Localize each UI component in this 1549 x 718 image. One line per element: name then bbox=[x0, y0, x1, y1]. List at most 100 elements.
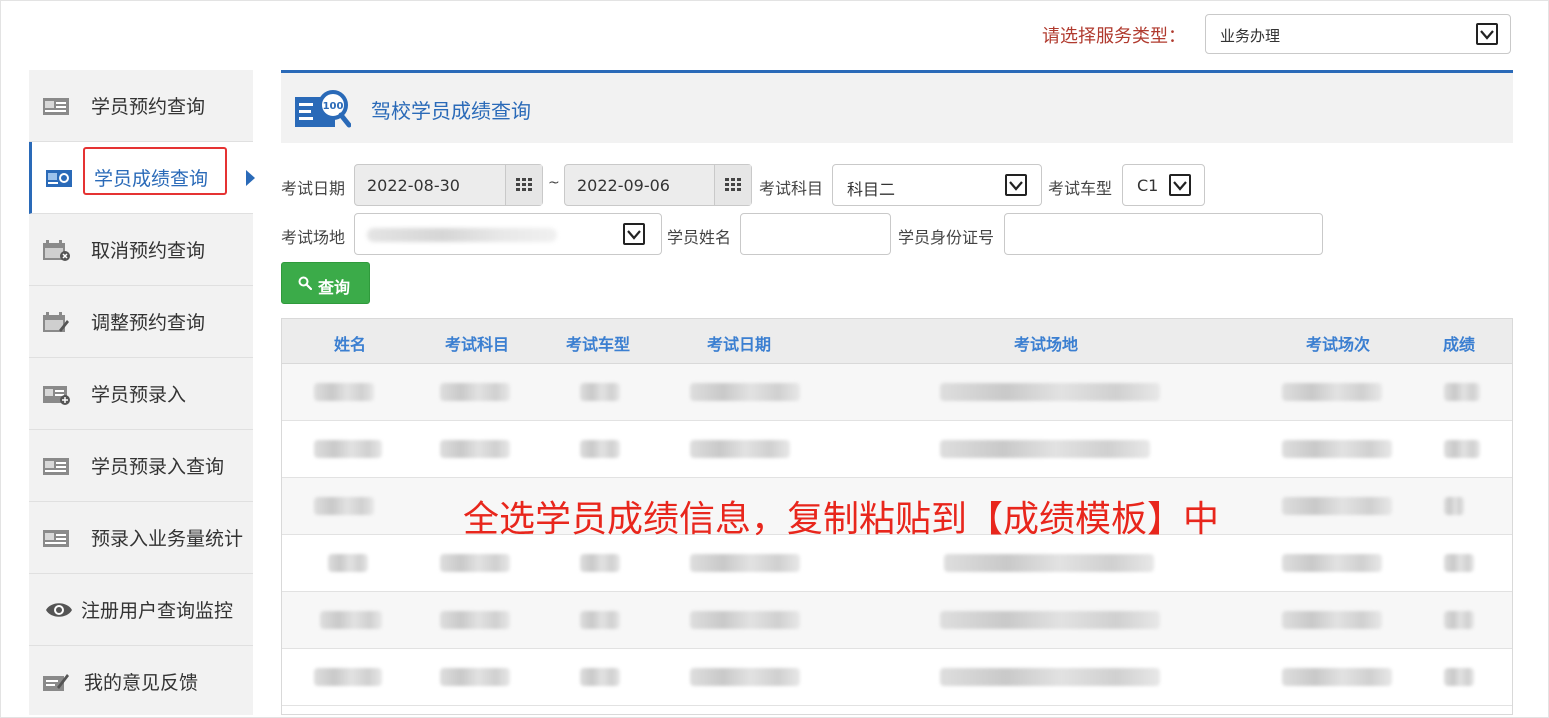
date-to-input[interactable]: 2022-09-06 bbox=[564, 164, 752, 206]
redacted-cell bbox=[940, 668, 1160, 686]
table-row[interactable] bbox=[282, 649, 1512, 706]
vehicle-type-label: 考试车型 bbox=[1048, 179, 1113, 198]
column-header-name[interactable]: 姓名 bbox=[334, 331, 366, 355]
query-button-label: 查询 bbox=[318, 278, 351, 297]
instruction-annotation: 全选学员成绩信息，复制粘贴到【成绩模板】中 bbox=[463, 499, 1220, 540]
table-row[interactable] bbox=[282, 364, 1512, 421]
redacted-cell bbox=[580, 554, 620, 572]
sidebar-item-label: 学员预录入查询 bbox=[91, 456, 225, 478]
redacted-cell bbox=[940, 611, 1160, 629]
column-header-subject[interactable]: 考试科目 bbox=[445, 331, 509, 355]
redacted-cell bbox=[940, 383, 1160, 401]
table-row[interactable] bbox=[282, 535, 1512, 592]
calendar-edit-icon bbox=[43, 312, 69, 332]
panel-header: 100 驾校学员成绩查询 bbox=[281, 70, 1513, 143]
active-indicator-arrow bbox=[246, 170, 255, 186]
redacted-cell bbox=[1444, 440, 1480, 458]
sidebar-item-label: 学员预录入 bbox=[91, 384, 187, 406]
redacted-cell bbox=[1444, 497, 1464, 515]
exam-subject-value: 科目二 bbox=[847, 180, 896, 199]
redacted-cell bbox=[580, 668, 620, 686]
redacted-cell bbox=[1282, 554, 1382, 572]
table-row[interactable] bbox=[282, 421, 1512, 478]
redacted-cell bbox=[690, 554, 800, 572]
student-name-label: 学员姓名 bbox=[667, 228, 732, 247]
column-header-date[interactable]: 考试日期 bbox=[707, 331, 771, 355]
sidebar-item-registered-user-monitor[interactable]: 注册用户查询监控 bbox=[29, 574, 253, 646]
redacted-cell bbox=[314, 383, 374, 401]
date-to-value: 2022-09-06 bbox=[577, 176, 670, 195]
redacted-cell bbox=[1444, 383, 1480, 401]
redacted-cell bbox=[580, 383, 620, 401]
sidebar-item-label: 调整预约查询 bbox=[91, 312, 206, 334]
exam-subject-label: 考试科目 bbox=[759, 179, 824, 198]
student-id-input[interactable] bbox=[1004, 213, 1323, 255]
score-query-icon: 100 bbox=[295, 90, 351, 128]
redacted-cell bbox=[314, 668, 382, 686]
id-card-add-icon bbox=[43, 386, 70, 405]
redacted-cell bbox=[690, 611, 800, 629]
calendar-icon[interactable] bbox=[505, 165, 542, 205]
sidebar-item-my-feedback[interactable]: 我的意见反馈 bbox=[29, 646, 253, 715]
redacted-cell bbox=[944, 554, 1154, 572]
redacted-cell bbox=[314, 440, 382, 458]
column-header-session[interactable]: 考试场次 bbox=[1306, 331, 1370, 355]
redacted-cell bbox=[940, 440, 1150, 458]
redacted-cell bbox=[1282, 440, 1392, 458]
venue-value-redacted bbox=[367, 228, 557, 242]
sidebar-item-label: 预录入业务量统计 bbox=[91, 528, 244, 550]
id-card-icon bbox=[43, 530, 69, 547]
sidebar-item-student-pre-entry-query[interactable]: 学员预录入查询 bbox=[29, 430, 253, 502]
sidebar-item-label: 我的意见反馈 bbox=[84, 672, 199, 694]
redacted-cell bbox=[1282, 497, 1392, 515]
redacted-cell bbox=[440, 554, 510, 572]
column-header-vehicle[interactable]: 考试车型 bbox=[566, 331, 630, 355]
column-header-score[interactable]: 成绩 bbox=[1443, 331, 1475, 355]
redacted-cell bbox=[440, 668, 510, 686]
date-from-input[interactable]: 2022-08-30 bbox=[354, 164, 543, 206]
vehicle-type-value: C1 bbox=[1137, 176, 1159, 195]
id-card-icon bbox=[43, 98, 69, 115]
service-type-select[interactable]: 业务办理 bbox=[1205, 14, 1511, 54]
redacted-cell bbox=[690, 383, 800, 401]
sidebar-item-adjust-appointment-query[interactable]: 调整预约查询 bbox=[29, 286, 253, 358]
sidebar-item-label: 注册用户查询监控 bbox=[81, 600, 234, 622]
chevron-down-icon bbox=[1476, 23, 1498, 45]
redacted-cell bbox=[1444, 611, 1474, 629]
service-type-label: 请选择服务类型： bbox=[1042, 26, 1186, 47]
table-header: 姓名 考试科目 考试车型 考试日期 考试场地 考试场次 成绩 bbox=[282, 319, 1512, 364]
redacted-cell bbox=[580, 440, 620, 458]
student-id-label: 学员身份证号 bbox=[898, 228, 995, 247]
redacted-cell bbox=[1282, 383, 1382, 401]
sidebar-item-student-pre-entry[interactable]: 学员预录入 bbox=[29, 358, 253, 430]
redacted-cell bbox=[440, 611, 510, 629]
redacted-cell bbox=[690, 668, 800, 686]
redacted-cell bbox=[440, 440, 510, 458]
exam-date-label: 考试日期 bbox=[281, 179, 346, 198]
redacted-cell bbox=[320, 611, 382, 629]
redacted-cell bbox=[328, 554, 368, 572]
table-row[interactable] bbox=[282, 592, 1512, 649]
redacted-cell bbox=[1282, 611, 1382, 629]
exam-venue-select[interactable] bbox=[354, 213, 662, 255]
exam-venue-label: 考试场地 bbox=[281, 228, 346, 247]
vehicle-type-select[interactable]: C1 bbox=[1122, 164, 1205, 206]
feedback-icon bbox=[43, 674, 69, 691]
redacted-cell bbox=[690, 440, 790, 458]
highlight-box bbox=[83, 147, 227, 195]
page-title: 驾校学员成绩查询 bbox=[371, 99, 531, 123]
sidebar-item-cancel-appointment-query[interactable]: 取消预约查询 bbox=[29, 214, 253, 286]
column-header-venue[interactable]: 考试场地 bbox=[1014, 331, 1078, 355]
sidebar-item-pre-entry-statistics[interactable]: 预录入业务量统计 bbox=[29, 502, 253, 574]
calendar-icon[interactable] bbox=[714, 165, 751, 205]
query-button[interactable]: 查询 bbox=[281, 262, 370, 304]
sidebar-item-label: 取消预约查询 bbox=[91, 240, 206, 262]
service-type-value: 业务办理 bbox=[1220, 27, 1281, 45]
svg-text:100: 100 bbox=[323, 101, 344, 112]
sidebar-item-student-score-query[interactable]: 学员成绩查询 bbox=[29, 142, 255, 214]
sidebar-item-student-appointment-query[interactable]: 学员预约查询 bbox=[29, 70, 253, 142]
exam-subject-select[interactable]: 科目二 bbox=[832, 164, 1042, 206]
student-name-input[interactable] bbox=[740, 213, 891, 255]
eye-icon bbox=[46, 603, 72, 617]
date-from-value: 2022-08-30 bbox=[367, 176, 460, 195]
